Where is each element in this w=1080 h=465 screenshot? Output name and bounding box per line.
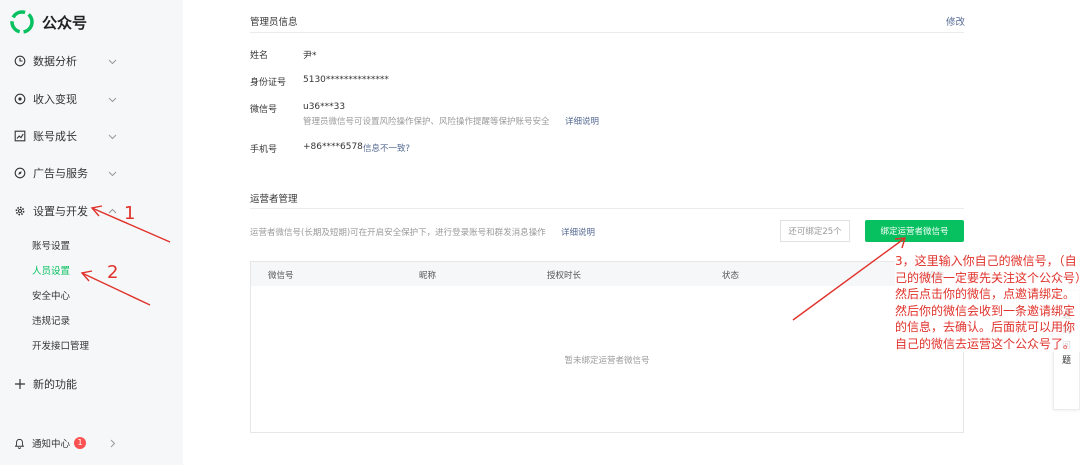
sidebar-item-label: 广告与服务 bbox=[33, 167, 88, 180]
sidebar-item-label: 设置与开发 bbox=[33, 205, 88, 218]
wechat-official-logo-icon bbox=[10, 10, 34, 34]
remaining-bind-count: 还可绑定25个 bbox=[780, 220, 850, 242]
phone-mismatch-link[interactable]: 信息不一致? bbox=[363, 142, 410, 154]
sidebar: 公众号 数据分析 收入变现 账号成长 广告与服务 设置与开发 账号设置 人员设置… bbox=[0, 0, 183, 465]
bind-operator-button[interactable]: 绑定运营者微信号 bbox=[865, 220, 964, 242]
chevron-right-icon bbox=[110, 439, 116, 447]
app-logo[interactable]: 公众号 bbox=[10, 10, 87, 34]
operators-table: 微信号 昵称 授权时长 状态 操作 暂未绑定运营者微信号 bbox=[250, 261, 964, 433]
sidebar-subitem-account-settings[interactable]: 账号设置 bbox=[32, 238, 70, 252]
notification-center[interactable]: 通知中心 1 bbox=[14, 436, 117, 450]
chevron-down-icon bbox=[108, 171, 117, 176]
app-root: 公众号 数据分析 收入变现 账号成长 广告与服务 设置与开发 账号设置 人员设置… bbox=[0, 0, 1080, 465]
sidebar-item-data-analysis[interactable]: 数据分析 bbox=[14, 50, 124, 72]
column-header-duration: 授权时长 bbox=[547, 271, 582, 281]
notification-label: 通知中心 bbox=[32, 439, 71, 450]
id-label: 身份证号 bbox=[250, 78, 287, 88]
column-header-wechat: 微信号 bbox=[268, 271, 294, 281]
operators-description: 运营者微信号(长期及短期)可在开启安全保护下，进行登录账号和群发消息操作 bbox=[250, 228, 546, 238]
phone-label: 手机号 bbox=[250, 145, 278, 155]
sidebar-item-growth[interactable]: 账号成长 bbox=[14, 125, 124, 147]
sidebar-item-new-features[interactable]: 新的功能 bbox=[14, 373, 124, 395]
sidebar-item-label: 新的功能 bbox=[33, 378, 77, 391]
divider bbox=[250, 32, 964, 33]
sidebar-subitem-security-center[interactable]: 安全中心 bbox=[32, 288, 70, 302]
chevron-down-icon bbox=[108, 59, 117, 64]
sidebar-subitem-dev-interface[interactable]: 开发接口管理 bbox=[32, 338, 89, 352]
column-header-status: 状态 bbox=[722, 271, 740, 281]
phone-value: +86****6578 bbox=[303, 142, 363, 152]
sidebar-item-settings-dev[interactable]: 设置与开发 bbox=[14, 200, 124, 222]
wechat-detail-link[interactable]: 详细说明 bbox=[565, 115, 599, 127]
sidebar-item-label: 账号成长 bbox=[33, 130, 77, 143]
table-header: 微信号 昵称 授权时长 状态 操作 bbox=[251, 262, 963, 286]
operators-detail-link[interactable]: 详细说明 bbox=[561, 226, 595, 238]
compass-icon bbox=[14, 167, 26, 179]
sidebar-item-label: 数据分析 bbox=[33, 55, 77, 68]
wechat-label: 微信号 bbox=[250, 105, 278, 115]
annotation-number-2: 2 bbox=[107, 262, 119, 283]
gear-icon bbox=[14, 205, 26, 217]
sidebar-subitem-personnel-settings[interactable]: 人员设置 bbox=[32, 263, 70, 277]
name-value: 尹* bbox=[303, 51, 317, 61]
empty-state: 暂未绑定运营者微信号 bbox=[564, 356, 650, 366]
clock-icon bbox=[14, 55, 26, 67]
admin-section-title: 管理员信息 bbox=[250, 17, 298, 28]
bell-icon bbox=[14, 438, 25, 449]
target-icon bbox=[14, 93, 26, 105]
id-value: 5130************** bbox=[303, 75, 389, 85]
chart-icon bbox=[14, 130, 26, 142]
chevron-down-icon bbox=[108, 134, 117, 139]
wechat-value: u36***33 bbox=[303, 102, 346, 112]
chevron-down-icon bbox=[108, 97, 117, 102]
wechat-hint: 管理员微信号可设置风险操作保护、风险操作提醒等保护账号安全 bbox=[303, 117, 550, 127]
sidebar-item-ads-services[interactable]: 广告与服务 bbox=[14, 162, 124, 184]
edit-admin-link[interactable]: 修改 bbox=[946, 14, 965, 28]
operators-section-title: 运营者管理 bbox=[250, 194, 298, 205]
divider bbox=[250, 208, 964, 209]
name-label: 姓名 bbox=[250, 51, 269, 61]
chevron-up-icon bbox=[108, 208, 117, 213]
column-header-nickname: 昵称 bbox=[419, 271, 437, 281]
sidebar-subitem-violation-records[interactable]: 违规记录 bbox=[32, 313, 70, 327]
sidebar-item-label: 收入变现 bbox=[33, 93, 77, 106]
annotation-number-1: 1 bbox=[124, 203, 136, 224]
plus-icon bbox=[14, 378, 26, 390]
sidebar-item-revenue[interactable]: 收入变现 bbox=[14, 88, 124, 110]
notification-badge: 1 bbox=[74, 437, 87, 449]
app-title: 公众号 bbox=[42, 13, 88, 32]
annotation-instruction: 3，这里输入你自己的微信号，（自己的微信一定要先关注这个公众号）然后点击你的微信… bbox=[895, 253, 1080, 352]
